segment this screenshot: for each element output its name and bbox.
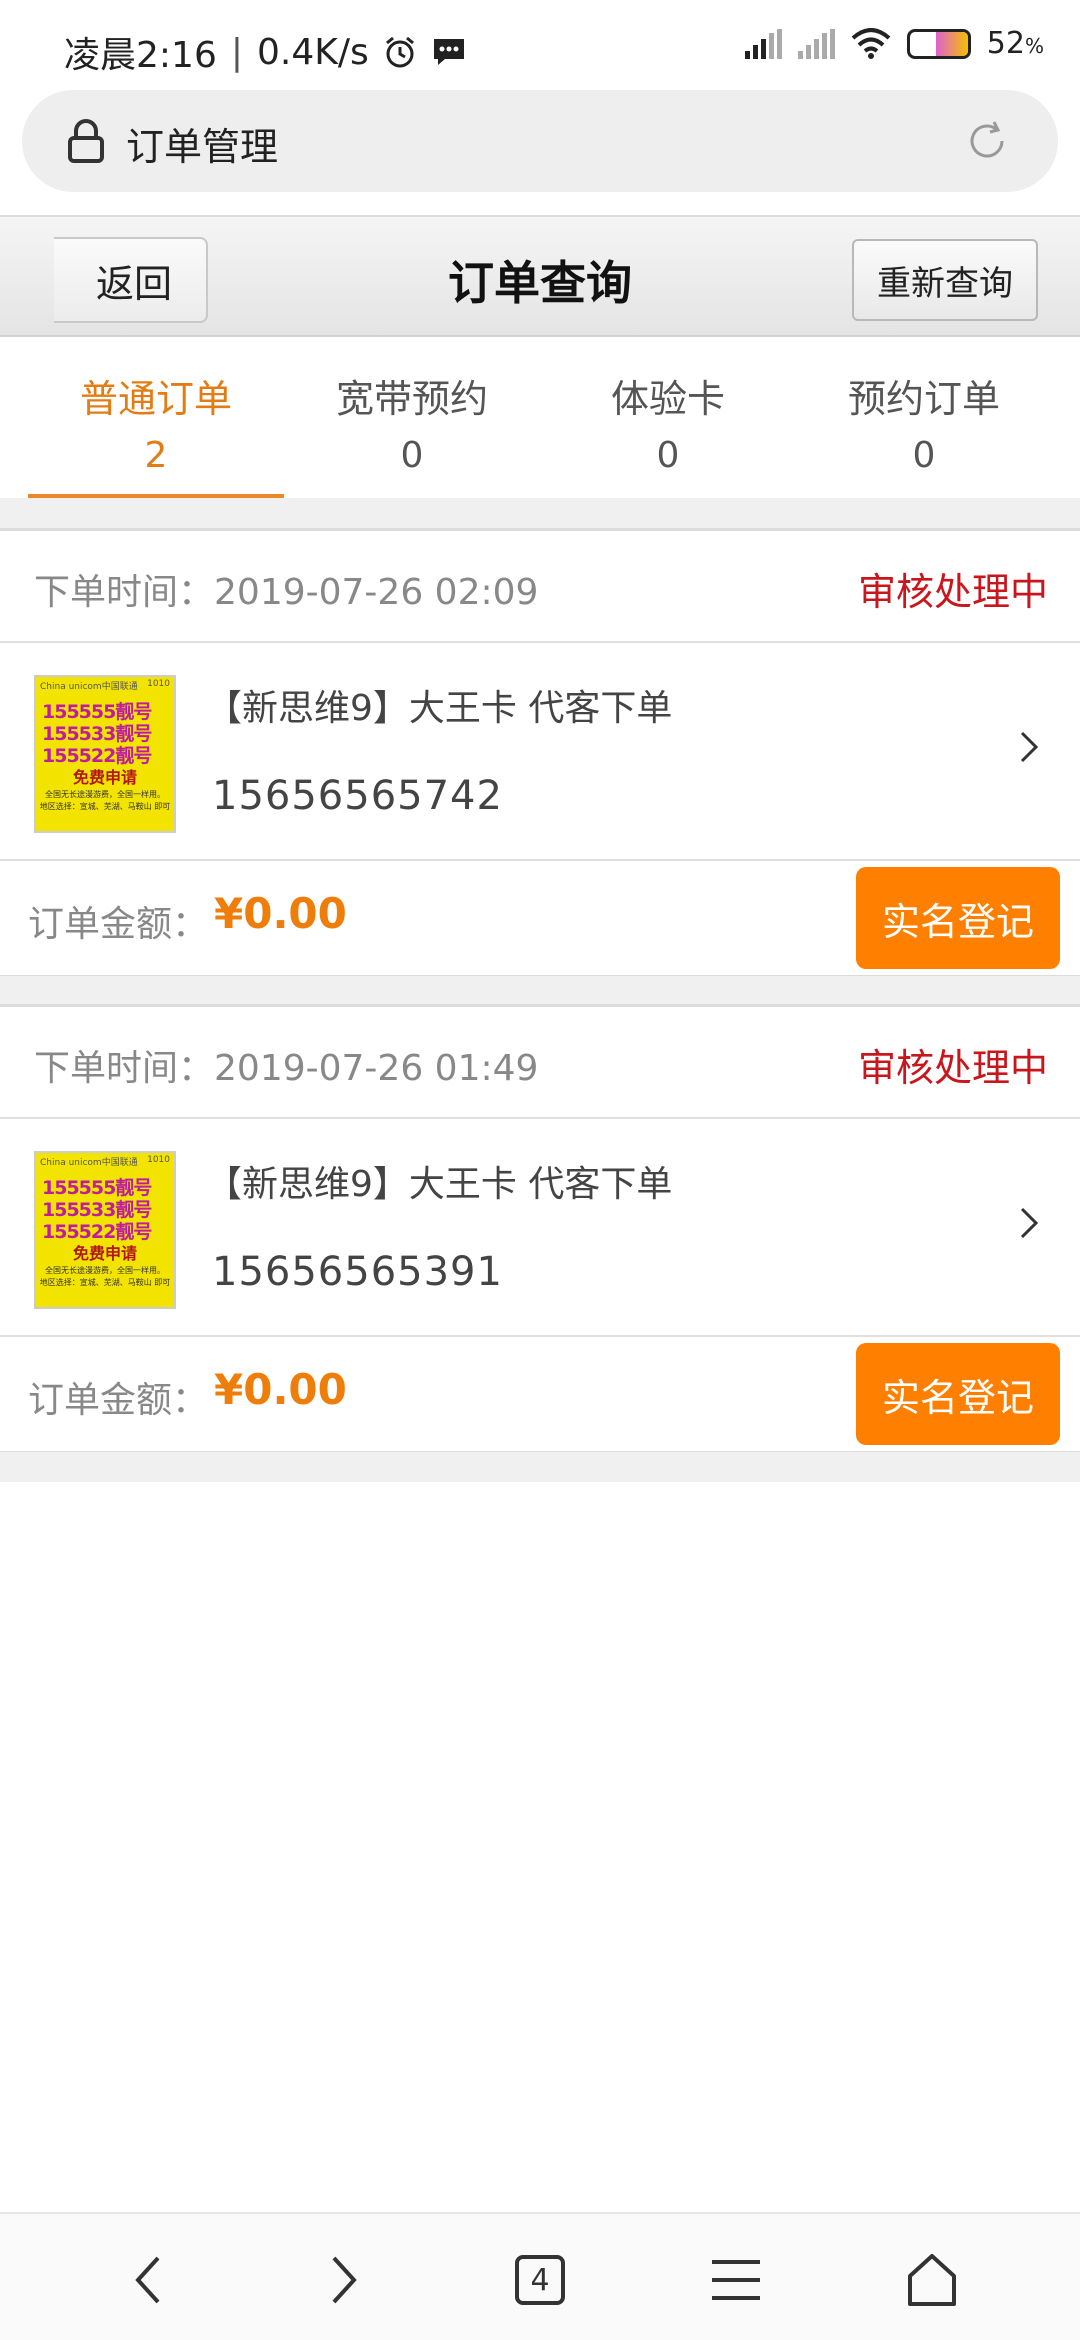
chevron-right-icon <box>1020 731 1039 763</box>
phone-number: 15656565391 <box>212 1249 503 1295</box>
divider <box>0 1452 1080 1482</box>
status-separator: | <box>230 31 243 73</box>
tab-count: 2 <box>144 435 168 476</box>
order-status: 审核处理中 <box>857 570 1048 614</box>
tabs-icon[interactable]: 4 <box>508 2248 572 2312</box>
signal-2-icon <box>797 28 835 59</box>
network-speed: 0.4K/s <box>256 31 369 73</box>
tab-trial-card[interactable]: 体验卡 0 <box>540 368 796 476</box>
tab-broadband-booking[interactable]: 宽带预约 0 <box>284 368 540 476</box>
back-icon[interactable] <box>116 2248 180 2312</box>
amount-label: 订单金额： <box>28 1380 209 1421</box>
order-status: 审核处理中 <box>857 1046 1048 1090</box>
product-name: 【新思维9】大王卡 代客下单 <box>206 1164 673 1205</box>
order-header: 下单时间：2019-07-26 01:49 审核处理中 <box>0 1007 1080 1119</box>
address-bar[interactable]: 订单管理 <box>22 90 1058 192</box>
amount-value: ¥0.00 <box>214 889 347 938</box>
status-bar: 凌晨2:16 | 0.4K/s 52% <box>0 0 1080 90</box>
battery-icon <box>906 28 971 59</box>
product-thumbnail: China unicom中国联通 1010 155555靓号 155533靓号 1… <box>34 675 176 833</box>
amount-value: ¥0.00 <box>214 1365 347 1414</box>
home-icon[interactable] <box>900 2248 964 2312</box>
order-footer: 订单金额： ¥0.00 实名登记 <box>0 1337 1080 1451</box>
page-url-title: 订单管理 <box>126 125 279 169</box>
divider <box>0 976 1080 1006</box>
realname-register-button[interactable]: 实名登记 <box>856 1343 1060 1445</box>
tab-label: 宽带预约 <box>335 377 488 421</box>
product-thumbnail: China unicom中国联通 1010 155555靓号 155533靓号 1… <box>34 1151 176 1309</box>
alarm-icon <box>385 36 414 68</box>
tab-label: 普通订单 <box>79 377 232 421</box>
order-card: 下单时间：2019-07-26 02:09 审核处理中 China unicom… <box>0 528 1080 978</box>
tab-normal-orders[interactable]: 普通订单 2 <box>28 368 284 476</box>
tabs-count: 4 <box>515 2255 565 2305</box>
status-left: 凌晨2:16 | 0.4K/s <box>64 26 467 78</box>
battery-level: 52% <box>986 26 1044 61</box>
order-time: 下单时间：2019-07-26 02:09 <box>34 572 539 613</box>
forward-icon[interactable] <box>312 2248 376 2312</box>
status-time: 凌晨2:16 <box>64 35 217 76</box>
order-card: 下单时间：2019-07-26 01:49 审核处理中 China unicom… <box>0 1004 1080 1454</box>
requery-button[interactable]: 重新查询 <box>852 239 1038 321</box>
browser-bottom-bar: 4 <box>0 2212 1080 2340</box>
amount-label: 订单金额： <box>28 904 209 945</box>
signal-icon <box>744 28 782 59</box>
chevron-right-icon <box>1020 1207 1039 1239</box>
order-tabs: 普通订单 2 宽带预约 0 体验卡 0 预约订单 0 <box>0 338 1080 498</box>
tab-booking-orders[interactable]: 预约订单 0 <box>796 368 1052 476</box>
nav-header: 返回 订单查询 重新查询 <box>0 215 1080 337</box>
tab-count: 0 <box>912 435 936 476</box>
order-footer: 订单金额： ¥0.00 实名登记 <box>0 861 1080 975</box>
lock-icon <box>68 119 104 163</box>
realname-register-button[interactable]: 实名登记 <box>856 867 1060 969</box>
reload-icon[interactable] <box>964 118 1010 164</box>
order-time: 下单时间：2019-07-26 01:49 <box>34 1048 539 1089</box>
menu-icon[interactable] <box>704 2248 768 2312</box>
tab-label: 预约订单 <box>847 377 1000 421</box>
requery-button-label: 重新查询 <box>877 263 1013 304</box>
tab-count: 0 <box>656 435 680 476</box>
tab-count: 0 <box>400 435 424 476</box>
tab-label: 体验卡 <box>610 377 725 421</box>
order-header: 下单时间：2019-07-26 02:09 审核处理中 <box>0 531 1080 643</box>
message-icon <box>433 39 464 65</box>
product-name: 【新思维9】大王卡 代客下单 <box>206 688 673 729</box>
phone-number: 15656565742 <box>212 773 503 819</box>
status-right: 52% <box>744 26 1044 61</box>
divider <box>0 498 1080 528</box>
realname-register-label: 实名登记 <box>881 899 1034 944</box>
order-detail-row[interactable]: China unicom中国联通 1010 155555靓号 155533靓号 1… <box>0 1119 1080 1337</box>
wifi-icon <box>851 27 891 59</box>
realname-register-label: 实名登记 <box>881 1375 1034 1420</box>
order-detail-row[interactable]: China unicom中国联通 1010 155555靓号 155533靓号 1… <box>0 643 1080 861</box>
